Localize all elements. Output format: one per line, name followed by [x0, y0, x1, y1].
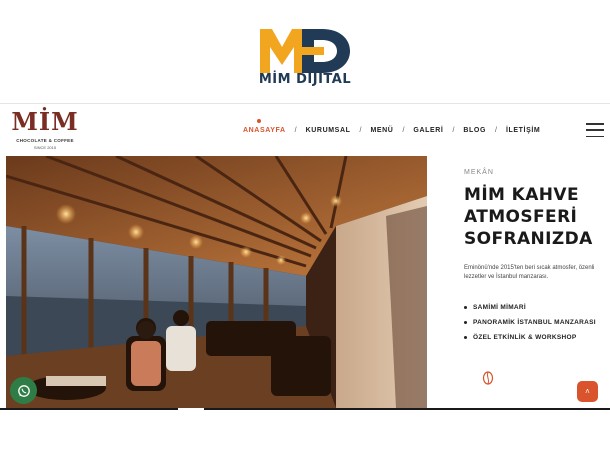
agency-logo-mark — [260, 29, 350, 73]
scroll-to-top-button[interactable]: ˄ — [577, 381, 598, 402]
section-eyebrow: MEKÂN — [464, 169, 494, 176]
nav-separator: / — [402, 126, 405, 134]
nav-item-galeri[interactable]: GALERİ — [413, 127, 443, 134]
nav-item-iletisim[interactable]: İLETİŞİM — [506, 127, 540, 134]
nav-item-anasayfa[interactable]: ANASAYFA — [243, 118, 286, 134]
nav-item-blog[interactable]: BLOG — [463, 127, 486, 134]
burger-line — [586, 129, 604, 131]
hero-image — [6, 156, 427, 408]
brand-since: SINCE 2015 — [33, 145, 57, 150]
whatsapp-icon — [17, 384, 30, 397]
whatsapp-button[interactable] — [10, 377, 37, 404]
brand-tagline: CHOCOLATE & COFFEE — [16, 138, 74, 143]
border-gap — [178, 408, 204, 410]
hamburger-menu-icon[interactable] — [586, 123, 604, 137]
feature-item: SAMİMİ MİMARİ — [464, 304, 596, 311]
nav-item-kurumsal[interactable]: KURUMSAL — [306, 127, 351, 134]
site-header: MİM CHOCOLATE & COFFEE SINCE 2015 ANASAY… — [0, 104, 610, 156]
brand-logo[interactable]: MİM CHOCOLATE & COFFEE SINCE 2015 — [10, 107, 80, 155]
nav-separator: / — [495, 126, 497, 134]
feature-list: SAMİMİ MİMARİ PANORAMİK İSTANBUL MANZARA… — [464, 304, 596, 349]
restaurant-interior-photo — [6, 156, 427, 408]
nav-separator: / — [294, 126, 297, 134]
nav-label: ANASAYFA — [243, 126, 286, 134]
agency-logo-block: MİM DİJİTAL — [0, 0, 610, 103]
active-indicator-dot — [257, 118, 261, 123]
nav-separator: / — [359, 126, 362, 134]
feature-item: ÖZEL ETKİNLİK & WORKSHOP — [464, 334, 596, 341]
brand-wordmark: MİM — [11, 107, 79, 136]
burger-line — [586, 123, 604, 125]
feature-item: PANORAMİK İSTANBUL MANZARASI — [464, 319, 596, 326]
main-nav: ANASAYFA / KURUMSAL / MENÜ / GALERİ / BL… — [243, 118, 540, 137]
section-description: Eminönü'nde 2015'ten beri sıcak atmosfer… — [464, 265, 595, 280]
coffee-bean-icon — [482, 371, 494, 385]
section-title: MİM KAHVE ATMOSFERİ SOFRANIZDA — [464, 185, 593, 249]
chevron-up-icon: ˄ — [585, 387, 590, 396]
section-bottom-border — [0, 408, 610, 410]
burger-line — [586, 135, 604, 137]
page: MİM DİJİTAL MİM CHOCOLATE & COFFEE SINCE… — [0, 0, 610, 460]
agency-name: MİM DİJİTAL — [258, 72, 352, 87]
nav-item-menu[interactable]: MENÜ — [370, 127, 393, 134]
nav-separator: / — [452, 126, 455, 134]
info-panel: MEKÂN MİM KAHVE ATMOSFERİ SOFRANIZDA Emi… — [427, 156, 610, 408]
